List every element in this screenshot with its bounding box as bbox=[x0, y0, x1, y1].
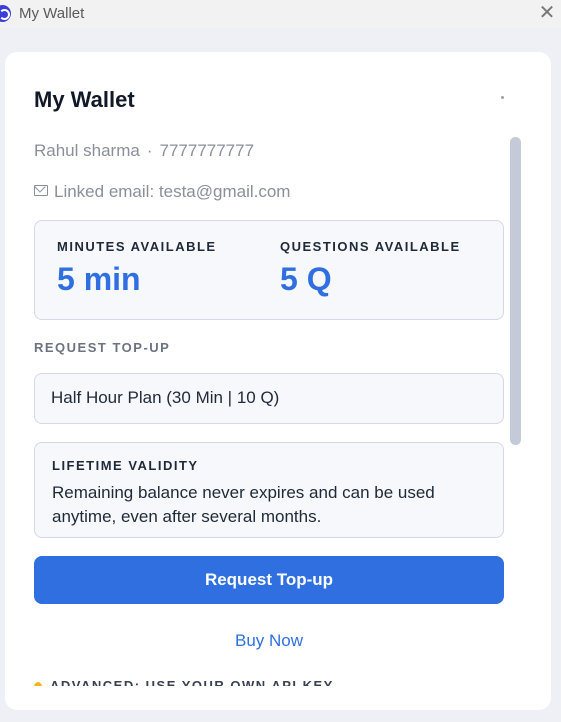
linked-email-text: Linked email: testa@gmail.com bbox=[54, 182, 291, 201]
minutes-label: MINUTES AVAILABLE bbox=[57, 239, 217, 254]
request-topup-label: REQUEST TOP-UP bbox=[34, 340, 171, 355]
scrollbar-thumb[interactable] bbox=[510, 137, 521, 445]
menu-dot-icon[interactable] bbox=[501, 96, 504, 99]
minutes-stat: MINUTES AVAILABLE 5 min bbox=[57, 239, 217, 298]
questions-stat: QUESTIONS AVAILABLE 5 Q bbox=[280, 239, 461, 298]
plan-select-value: Half Hour Plan (30 Min | 10 Q) bbox=[51, 388, 280, 407]
validity-title: LIFETIME VALIDITY bbox=[52, 458, 199, 473]
close-icon[interactable]: ✕ bbox=[536, 2, 558, 24]
questions-value: 5 Q bbox=[280, 261, 332, 297]
questions-label: QUESTIONS AVAILABLE bbox=[280, 239, 461, 254]
plan-select[interactable]: Half Hour Plan (30 Min | 10 Q) bbox=[34, 373, 504, 424]
buy-now-link[interactable]: Buy Now bbox=[34, 631, 504, 651]
advanced-label: ADVANCED: USE YOUR OWN API KEY bbox=[50, 678, 334, 686]
request-topup-button[interactable]: Request Top-up bbox=[34, 556, 504, 604]
user-phone: 7777777777 bbox=[159, 141, 255, 160]
window-titlebar: My Wallet ✕ bbox=[0, 0, 561, 28]
balance-panel: MINUTES AVAILABLE 5 min QUESTIONS AVAILA… bbox=[34, 220, 504, 320]
app-logo-icon bbox=[0, 5, 11, 22]
minutes-value: 5 min bbox=[57, 261, 141, 297]
wallet-card: My Wallet Rahul sharma · 7777777777 Linked… bbox=[5, 52, 551, 710]
linked-email: Linked email: testa@gmail.com bbox=[34, 182, 290, 202]
user-name: Rahul sharma bbox=[34, 141, 140, 160]
separator: · bbox=[146, 141, 153, 160]
validity-text: Remaining balance never expires and can … bbox=[52, 483, 435, 526]
lightbulb-icon bbox=[34, 681, 42, 686]
advanced-section[interactable]: ADVANCED: USE YOUR OWN API KEY bbox=[34, 678, 504, 686]
window-title: My Wallet bbox=[19, 5, 85, 22]
page-title: My Wallet bbox=[34, 87, 135, 112]
user-info: Rahul sharma · 7777777777 bbox=[34, 141, 254, 161]
validity-panel: LIFETIME VALIDITY Remaining balance neve… bbox=[34, 442, 504, 538]
envelope-icon bbox=[34, 185, 48, 196]
